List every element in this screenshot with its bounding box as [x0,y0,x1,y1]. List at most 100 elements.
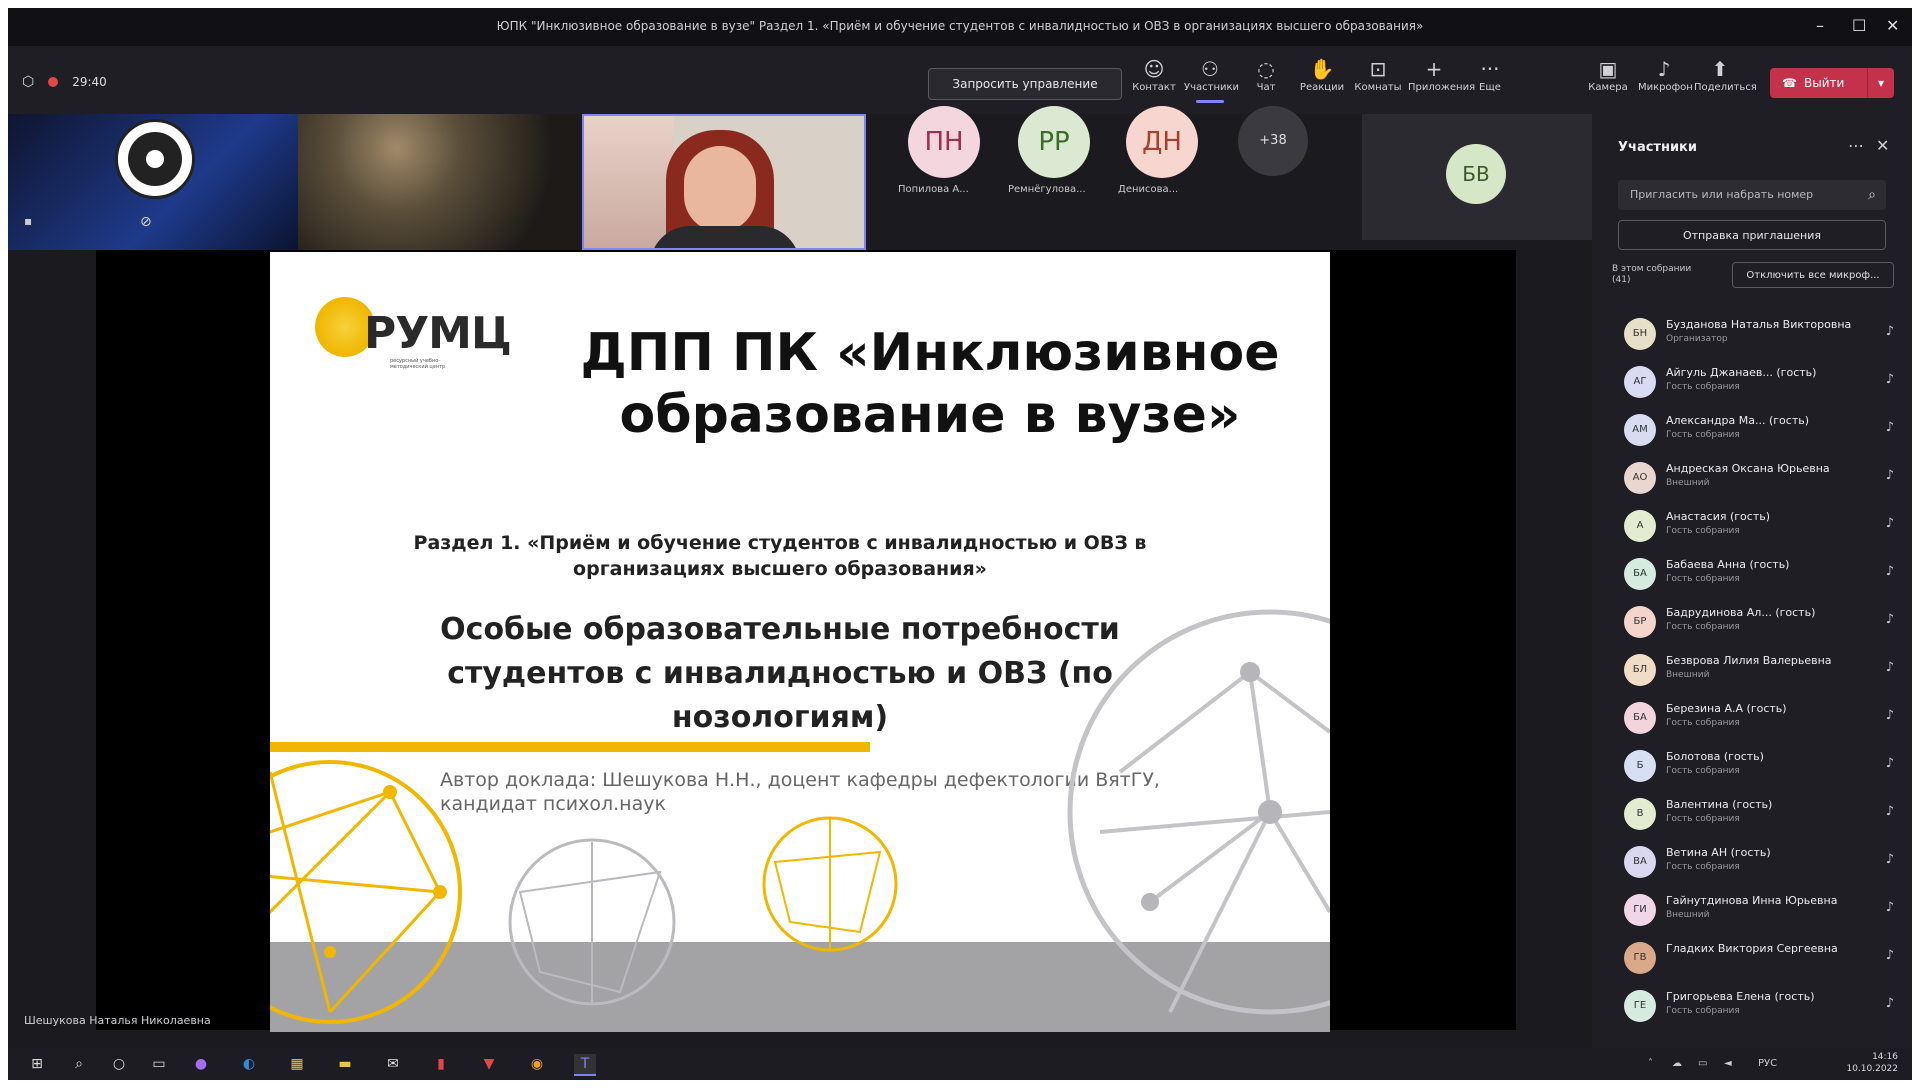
list-item[interactable]: БР Бадрудинова Ал... (гость) Гость собрани… [1592,600,1912,648]
avatar: А [1624,510,1656,542]
participants-panel: Участники ⋯ ✕ Пригласить или набрать ном… [1592,114,1912,1048]
list-item[interactable]: БЛ Безврова Лилия Валерьевна Внешний ♪ [1592,648,1912,696]
video-tile-featured[interactable]: БВ [1362,114,1592,240]
edge-icon[interactable]: ◐ [238,1054,260,1074]
mic-off-icon: ♪ [1885,516,1894,531]
system-clock[interactable]: 14:16 10.10.2022 [1846,1051,1898,1075]
chat-icon: ◌ [1257,57,1275,81]
cortana-icon[interactable]: ○ [108,1054,130,1074]
participant-name: Гладких Виктория Сергеевна [1666,942,1838,955]
maximize-icon[interactable]: ☐ [1852,16,1866,35]
video-tile-presenter[interactable] [582,114,866,250]
task-view-icon[interactable]: ▭ [148,1054,170,1074]
start-icon[interactable]: ⊞ [26,1054,48,1074]
participant-name: Бабаева Анна (гость) [1666,558,1790,571]
onedrive-icon[interactable]: ☁ [1672,1058,1682,1069]
language-indicator[interactable]: РУС [1758,1058,1777,1069]
reactions-icon: ✋ [1309,57,1335,81]
teams-icon[interactable]: T [574,1054,596,1076]
media-app-icon[interactable]: ● [190,1054,212,1074]
rooms-button[interactable]: ⊡ Комнаты [1352,56,1404,93]
close-panel-icon[interactable]: ✕ [1876,136,1889,155]
list-item[interactable]: ВА Ветина АН (гость) Гость собрания ♪ [1592,840,1912,888]
chat-button[interactable]: ◌ Чат [1240,56,1292,93]
participant-list: БН Бузданова Наталья Викторовна Организато… [1592,312,1912,1032]
list-item[interactable]: АМ Александра Ма... (гость) Гость собрания… [1592,408,1912,456]
avatar-rr[interactable]: РР [1018,106,1090,178]
list-item[interactable]: В Валентина (гость) Гость собрания ♪ [1592,792,1912,840]
participant-role: Гость собрания [1666,430,1740,440]
list-item[interactable]: БА Березина А.А (гость) Гость собрания ♪ [1592,696,1912,744]
record-indicator-icon [48,77,59,87]
list-item[interactable]: А Анастасия (гость) Гость собрания ♪ [1592,504,1912,552]
request-control-button[interactable]: Запросить управление [928,68,1122,100]
list-item[interactable]: АГ Айгуль Джанаев... (гость) Гость собрани… [1592,360,1912,408]
avatar-initials: ПН [924,127,964,157]
yandex-icon[interactable]: ▼ [478,1054,500,1074]
in-meeting-header[interactable]: В этом собрании (41) [1612,264,1692,286]
search-icon[interactable]: ⌕ [68,1054,90,1074]
leave-button[interactable]: ☎ Выйти ▾ [1770,68,1894,98]
phone-icon: ☎ [1782,76,1797,90]
list-item[interactable]: АО Андреская Оксана Юрьевна Внешний ♪ [1592,456,1912,504]
mail-icon[interactable]: ✉ [382,1054,404,1074]
mic-off-icon: ♪ [1885,660,1894,675]
tray-chevron-icon[interactable]: ˄ [1648,1058,1653,1069]
minimize-icon[interactable]: – [1816,16,1824,35]
folder-icon[interactable]: ▬ [334,1054,356,1074]
chrome-icon[interactable]: ◉ [526,1054,548,1074]
list-item[interactable]: ГЕ Григорьева Елена (гость) Гость собрания… [1592,984,1912,1032]
participants-button[interactable]: ⚇ Участники [1184,56,1239,103]
store-icon[interactable]: ▦ [286,1054,308,1074]
mic-button[interactable]: ♪ Микрофон [1638,56,1693,93]
avatar: БЛ [1624,654,1656,686]
participant-role: Организатор [1666,334,1728,344]
popout-icon[interactable]: ⋯ [1848,136,1864,155]
participant-role: Гость собрания [1666,766,1740,776]
participant-name: Бузданова Наталья Викторовна [1666,318,1852,331]
participant-name: Ветина АН (гость) [1666,846,1771,859]
avatar-pn[interactable]: ПН [908,106,980,178]
network-icon[interactable]: ▭ [1698,1058,1707,1069]
invite-search-input[interactable]: Пригласить или набрать номер ⌕ [1618,180,1886,210]
list-item[interactable]: БА Бабаева Анна (гость) Гость собрания ♪ [1592,552,1912,600]
mic-off-icon: ♪ [1885,756,1894,771]
avatar: Б [1624,750,1656,782]
dialpad-icon[interactable]: ⌕ [1868,180,1876,210]
avatar-dn[interactable]: ДН [1126,106,1198,178]
more-participants-button[interactable]: +38 [1238,106,1308,176]
mic-off-icon: ♪ [1885,564,1894,579]
more-icon: ··· [1480,57,1500,81]
more-button[interactable]: ··· Еще [1464,56,1516,93]
mic-off-icon: ♪ [1885,804,1894,819]
more-label: Еще [1479,82,1501,93]
share-invite-button[interactable]: Отправка приглашения [1618,220,1886,250]
mic-off-icon: ♪ [1885,372,1894,387]
chevron-down-icon[interactable]: ▾ [1867,68,1894,98]
avatar: АО [1624,462,1656,494]
avatar: ВА [1624,846,1656,878]
pdf-icon[interactable]: ▮ [430,1054,452,1074]
video-tile-obs[interactable]: ▪ ⊘ [8,114,298,250]
list-item[interactable]: БН Бузданова Наталья Викторовна Организато… [1592,312,1912,360]
mic-label: Микрофон [1638,82,1693,93]
window-title: ЮПК "Инклюзивное образование в вузе" Раз… [496,19,1424,33]
mic-off-icon: ♪ [1885,468,1894,483]
share-button[interactable]: ⬆ Поделиться [1694,56,1757,93]
contact-button[interactable]: ☺ Контакт [1128,56,1180,93]
reactions-button[interactable]: ✋ Реакции [1296,56,1348,93]
list-item[interactable]: Б Болотова (гость) Гость собрания ♪ [1592,744,1912,792]
mute-all-button[interactable]: Отключить все микроф... [1732,262,1894,288]
chat-label: Чат [1256,82,1276,93]
participant-name: Григорьева Елена (гость) [1666,990,1815,1003]
list-item[interactable]: ГИ Гайнутдинова Инна Юрьевна Внешний ♪ [1592,888,1912,936]
participant-name: Болотова (гость) [1666,750,1764,763]
participant-role: Гость собрания [1666,718,1740,728]
list-item[interactable]: ГВ Гладких Виктория Сергеевна ♪ [1592,936,1912,984]
video-tile-room[interactable] [298,114,580,250]
volume-icon[interactable]: ◄ [1724,1058,1732,1069]
apps-button[interactable]: + Приложения [1408,56,1475,93]
participant-role: Гость собрания [1666,382,1740,392]
camera-button[interactable]: ▣ Камера [1582,56,1634,93]
close-icon[interactable]: ✕ [1886,16,1899,35]
